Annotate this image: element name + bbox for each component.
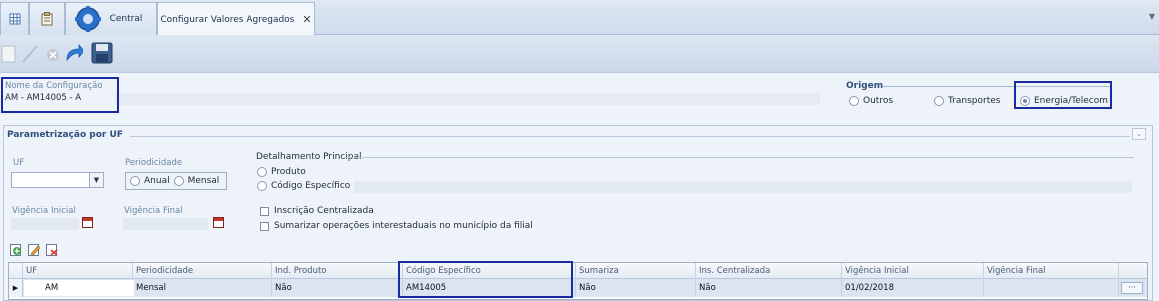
undo-icon[interactable] bbox=[63, 40, 83, 66]
parametrizacao-group: Parametrização por UF ⌄ UF ▼ Periodicida… bbox=[3, 125, 1153, 301]
uf-label: UF bbox=[13, 158, 25, 168]
tab-bar: Central Configurar Valores Agregados ✕ ▼ bbox=[0, 0, 1159, 36]
highlight-box-config bbox=[1, 77, 119, 113]
codigo-especifico-radio[interactable]: Código Específico bbox=[257, 181, 350, 191]
periodicidade-label: Periodicidade bbox=[125, 158, 183, 168]
highlight-box-codigo bbox=[398, 261, 573, 298]
tab-central[interactable]: Central bbox=[65, 2, 157, 35]
group-divider bbox=[130, 136, 1130, 137]
grid-col-ins-centralizada[interactable]: Ins. Centralizada bbox=[696, 263, 842, 279]
toolbar bbox=[0, 35, 1159, 73]
grid-col-uf[interactable]: UF bbox=[23, 263, 133, 279]
checkbox-icon bbox=[260, 206, 269, 216]
chevron-down-icon[interactable]: ▼ bbox=[89, 173, 103, 187]
cell-vigencia-final[interactable] bbox=[984, 279, 1119, 297]
cell-vigencia-inicial[interactable]: 01/02/2018 bbox=[842, 279, 984, 297]
tab-central-label: Central bbox=[109, 14, 143, 24]
grid-col-vigencia-inicial[interactable]: Vigência Inicial bbox=[842, 263, 984, 279]
config-name-field[interactable] bbox=[115, 93, 820, 105]
vigencia-final-label: Vigência Final bbox=[124, 206, 183, 216]
new-icon[interactable] bbox=[0, 40, 20, 66]
codigo-especifico-field[interactable] bbox=[354, 181, 1132, 193]
produto-label: Produto bbox=[271, 167, 306, 177]
grid-col-periodicidade[interactable]: Periodicidade bbox=[133, 263, 272, 279]
gear-icon bbox=[75, 6, 101, 32]
grid-col-ind-produto[interactable]: Ind. Produto bbox=[272, 263, 403, 279]
vigencia-inicial-field[interactable] bbox=[11, 218, 79, 230]
origem-title: Origem bbox=[846, 81, 884, 91]
calendar-icon[interactable] bbox=[82, 217, 93, 228]
row-selector-arrow-icon[interactable]: ▶ bbox=[9, 279, 23, 297]
tab-clipboard[interactable] bbox=[29, 2, 65, 35]
save-icon[interactable] bbox=[89, 40, 115, 66]
sumarizar-label: Sumarizar operações interestaduais no mu… bbox=[274, 221, 533, 231]
detalhamento-divider bbox=[344, 157, 1134, 158]
table-row[interactable]: Mensal Não AM14005 Não Não 01/02/2018 bbox=[9, 279, 1147, 297]
tab-list-dropdown-icon[interactable]: ▼ bbox=[1149, 12, 1155, 21]
grid-icon bbox=[9, 13, 20, 25]
grid-header-selector bbox=[9, 263, 23, 279]
cell-uf[interactable]: AM bbox=[42, 280, 132, 296]
cell-uf-editor[interactable]: AM bbox=[24, 280, 134, 296]
tab-configurar-valores-agregados[interactable]: Configurar Valores Agregados ✕ bbox=[157, 2, 315, 36]
vigencia-final-field[interactable] bbox=[123, 218, 208, 230]
radio-icon bbox=[849, 96, 859, 106]
grid-toolbar bbox=[10, 240, 58, 258]
origem-outros-radio[interactable]: Outros bbox=[849, 96, 893, 106]
collapse-chevron-icon[interactable]: ⌄ bbox=[1132, 128, 1146, 140]
sumarizar-checkbox[interactable]: Sumarizar operações interestaduais no mu… bbox=[260, 221, 533, 231]
add-row-icon[interactable] bbox=[10, 243, 22, 256]
grid-header: UF Periodicidade Ind. Produto Código Esp… bbox=[9, 263, 1147, 279]
close-icon[interactable]: ✕ bbox=[302, 13, 311, 26]
inscricao-centralizada-label: Inscrição Centralizada bbox=[274, 206, 374, 216]
grid-col-sumariza[interactable]: Sumariza bbox=[576, 263, 696, 279]
config-panel: Nome da Configuração AM - AM14005 - A Or… bbox=[0, 73, 1159, 121]
parametrizacao-title: Parametrização por UF bbox=[7, 130, 123, 140]
cell-ins-centralizada[interactable]: Não bbox=[696, 279, 842, 297]
produto-radio[interactable]: Produto bbox=[257, 167, 306, 177]
uf-grid: UF Periodicidade Ind. Produto Código Esp… bbox=[8, 262, 1148, 300]
tab-grid[interactable] bbox=[0, 2, 29, 35]
calendar-icon[interactable] bbox=[213, 217, 224, 228]
edit-icon[interactable] bbox=[20, 40, 40, 66]
cell-periodicidade[interactable]: Mensal bbox=[133, 279, 272, 297]
radio-icon bbox=[934, 96, 944, 106]
clipboard-icon bbox=[41, 12, 53, 26]
periodicidade-radio-group: Anual Mensal bbox=[125, 172, 227, 190]
anual-label: Anual bbox=[144, 176, 170, 186]
highlight-box-energia bbox=[1014, 81, 1112, 109]
edit-row-icon[interactable] bbox=[28, 243, 40, 256]
origem-transportes-label: Transportes bbox=[948, 96, 1001, 106]
cell-ind-produto[interactable]: Não bbox=[272, 279, 403, 297]
anual-radio[interactable] bbox=[130, 176, 140, 186]
uf-select[interactable]: ▼ bbox=[11, 172, 104, 188]
origem-transportes-radio[interactable]: Transportes bbox=[934, 96, 1000, 106]
delete-icon[interactable] bbox=[45, 40, 65, 66]
codigo-especifico-label: Código Específico bbox=[271, 181, 351, 191]
vigencia-inicial-label: Vigência Inicial bbox=[12, 206, 76, 216]
delete-row-icon[interactable] bbox=[46, 243, 58, 256]
checkbox-icon bbox=[260, 221, 269, 231]
cell-sumariza[interactable]: Não bbox=[576, 279, 696, 297]
radio-icon bbox=[257, 167, 267, 177]
mensal-label: Mensal bbox=[187, 176, 220, 186]
tab-configurar-label: Configurar Valores Agregados bbox=[160, 14, 295, 25]
origem-outros-label: Outros bbox=[863, 96, 894, 106]
mensal-radio[interactable] bbox=[173, 176, 184, 186]
more-icon[interactable]: ··· bbox=[1121, 282, 1143, 294]
radio-icon bbox=[257, 181, 267, 191]
grid-col-vigencia-final[interactable]: Vigência Final bbox=[984, 263, 1119, 279]
inscricao-centralizada-checkbox[interactable]: Inscrição Centralizada bbox=[260, 206, 374, 216]
